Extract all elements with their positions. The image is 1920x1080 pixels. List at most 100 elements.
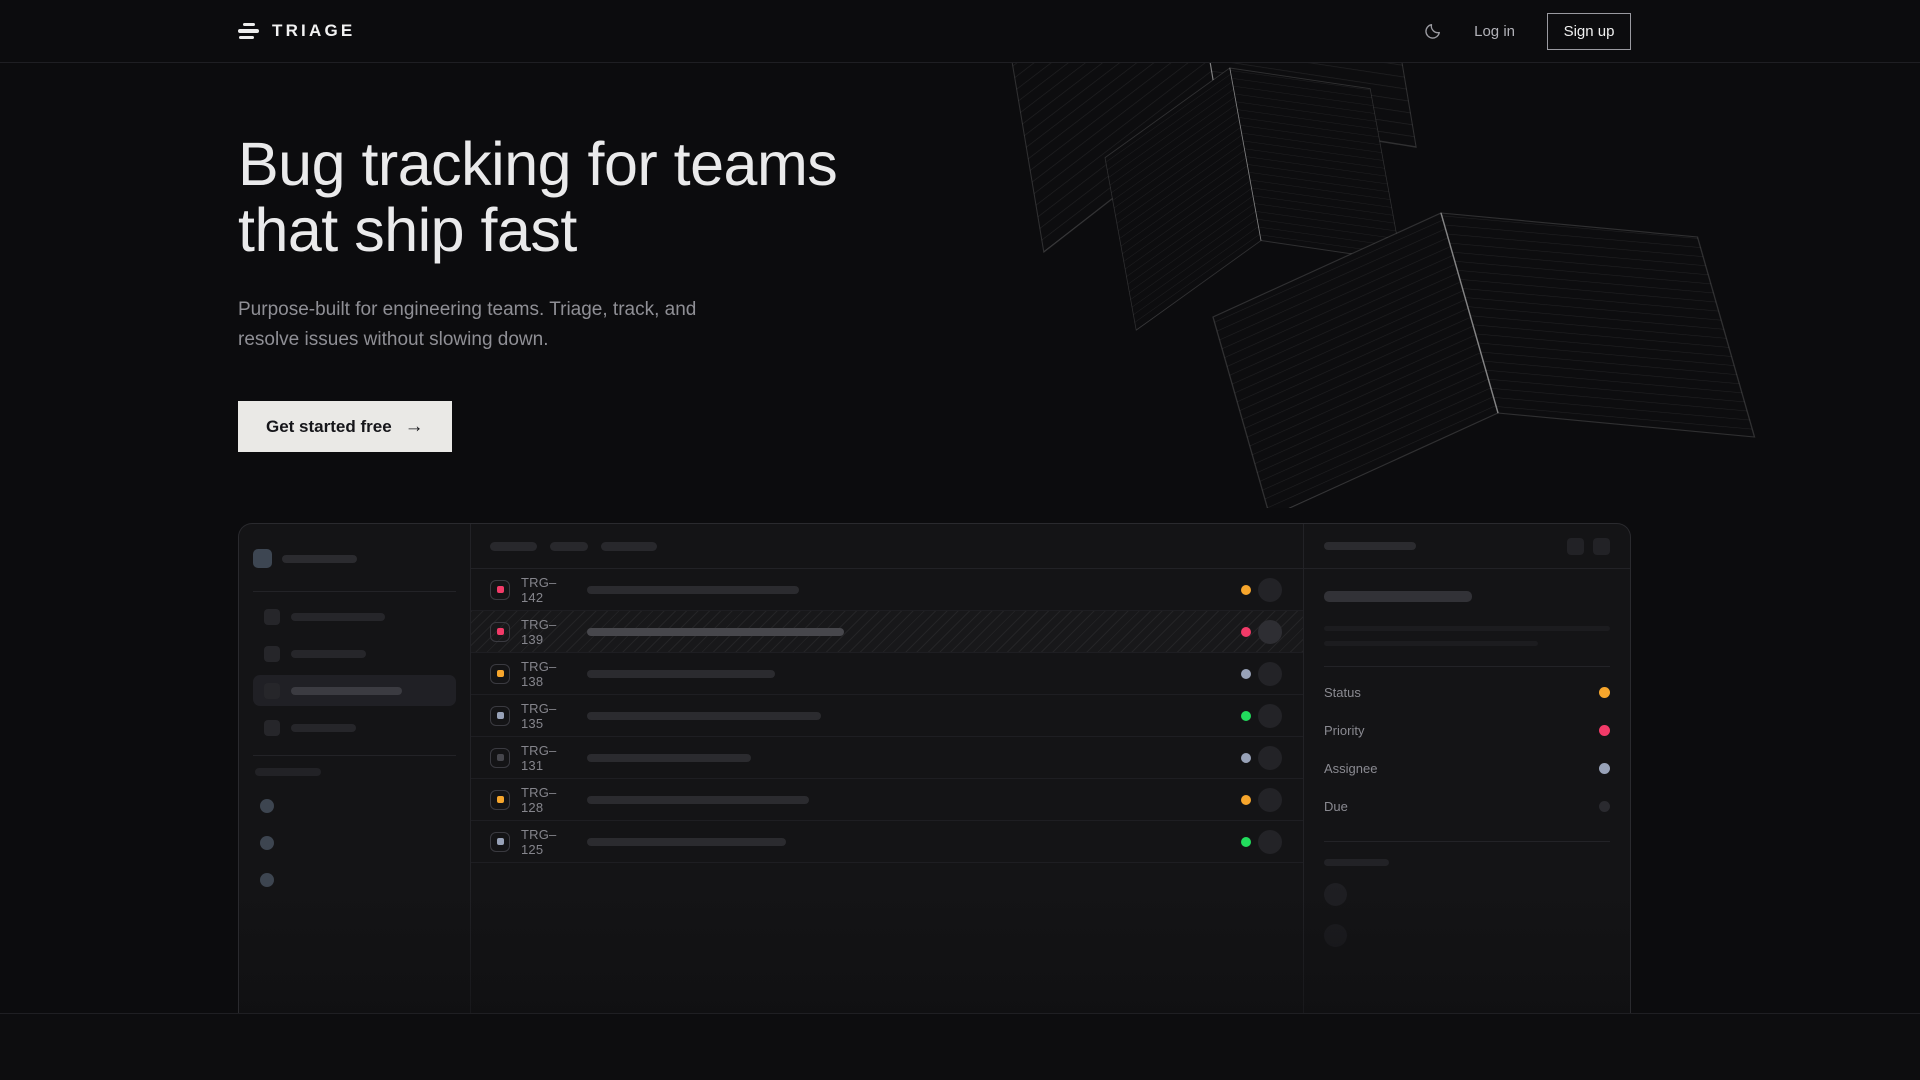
- status-dot: [1241, 669, 1251, 679]
- issue-type-dot: [497, 796, 504, 803]
- skeleton-bar: [587, 796, 809, 804]
- issue-type-dot: [497, 586, 504, 593]
- sidebar-item: [253, 638, 456, 669]
- skeleton-bar: [291, 650, 366, 658]
- issue-meta: [1241, 620, 1282, 644]
- issue-type-dot: [497, 670, 504, 677]
- issue-checkbox-icon: [490, 748, 510, 768]
- sidebar-item: [253, 712, 456, 743]
- detail-panel-header: [1304, 524, 1630, 569]
- issue-row: TRG–125: [471, 821, 1303, 863]
- section-divider: [0, 1013, 1920, 1014]
- avatar: [1258, 704, 1282, 728]
- login-link[interactable]: Log in: [1474, 23, 1515, 40]
- status-dot: [1241, 711, 1251, 721]
- issue-checkbox-icon: [490, 790, 510, 810]
- avatar: [1258, 830, 1282, 854]
- skeleton-bar: [587, 670, 775, 678]
- field-value-dot: [1599, 687, 1610, 698]
- field-value-dot: [1599, 725, 1610, 736]
- theme-toggle-button[interactable]: [1422, 21, 1442, 41]
- detail-fields: Status Priority Assignee Due: [1324, 673, 1610, 825]
- skeleton-tab: [550, 542, 588, 551]
- moon-icon: [1423, 22, 1442, 41]
- skeleton-bar: [1324, 542, 1416, 550]
- issue-id: TRG–125: [521, 827, 575, 857]
- nav-actions: Log in Sign up: [1422, 13, 1631, 50]
- avatar: [1324, 883, 1347, 906]
- sidebar-dot: [260, 836, 274, 850]
- sidebar-dot: [260, 873, 274, 887]
- wireframe-decoration: [900, 63, 1920, 508]
- get-started-button[interactable]: Get started free →: [238, 401, 452, 452]
- issue-type-dot: [497, 838, 504, 845]
- skeleton-bar: [587, 712, 821, 720]
- skeleton-title: [1324, 591, 1472, 602]
- issue-meta: [1241, 788, 1282, 812]
- divider: [253, 755, 456, 756]
- issue-checkbox-icon: [490, 664, 510, 684]
- issue-list-header: [471, 524, 1303, 569]
- issue-row: TRG–142: [471, 569, 1303, 611]
- triage-logo-icon: [238, 23, 259, 40]
- issue-id: TRG–131: [521, 743, 575, 773]
- issue-checkbox-icon: [490, 706, 510, 726]
- skeleton-bar: [587, 838, 786, 846]
- status-dot: [1241, 753, 1251, 763]
- field-label: Priority: [1324, 723, 1364, 738]
- avatar: [1258, 578, 1282, 602]
- footer-band: [0, 1014, 1920, 1080]
- issue-row: TRG–131: [471, 737, 1303, 779]
- field-label: Assignee: [1324, 761, 1377, 776]
- detail-field-row: Priority: [1324, 711, 1610, 749]
- issue-meta: [1241, 746, 1282, 770]
- field-label: Status: [1324, 685, 1361, 700]
- skeleton-bar: [282, 555, 357, 563]
- field-label: Due: [1324, 799, 1348, 814]
- issue-meta: [1241, 578, 1282, 602]
- sidebar-dot: [260, 799, 274, 813]
- issue-checkbox-icon: [490, 832, 510, 852]
- app-preview-mockup: TRG–142 TRG–139: [238, 523, 1631, 1013]
- detail-field-row: Assignee: [1324, 749, 1610, 787]
- mockup-sidebar: [239, 524, 471, 1013]
- divider: [1324, 666, 1610, 667]
- issue-row: TRG–138: [471, 653, 1303, 695]
- skeleton-line: [1324, 626, 1610, 631]
- sidebar-item-icon: [264, 609, 280, 625]
- hero-section: Bug tracking for teamsthat ship fast Pur…: [0, 63, 1920, 523]
- issue-id: TRG–139: [521, 617, 575, 647]
- issue-id: TRG–142: [521, 575, 575, 605]
- field-value-dot: [1599, 763, 1610, 774]
- issue-type-dot: [497, 754, 504, 761]
- skeleton-bar: [587, 628, 844, 636]
- status-dot: [1241, 627, 1251, 637]
- hero-subtitle: Purpose-built for engineering teams. Tri…: [238, 295, 718, 355]
- sidebar-item-active: [253, 675, 456, 706]
- issue-checkbox-icon: [490, 580, 510, 600]
- panel-icon-button: [1567, 538, 1584, 555]
- panel-header-buttons: [1567, 538, 1610, 555]
- signup-button[interactable]: Sign up: [1547, 13, 1631, 50]
- sidebar-item: [253, 601, 456, 632]
- skeleton-bar: [291, 687, 402, 695]
- sidebar-item-icon: [264, 720, 280, 736]
- avatar: [1324, 924, 1347, 947]
- brand-name: TRIAGE: [272, 21, 355, 41]
- issue-type-dot: [497, 712, 504, 719]
- workspace-switcher: [253, 549, 456, 568]
- brand-logo[interactable]: TRIAGE: [238, 21, 355, 41]
- issue-type-dot: [497, 628, 504, 635]
- issue-row: TRG–139: [471, 611, 1303, 653]
- field-value-dot: [1599, 801, 1610, 812]
- issue-meta: [1241, 830, 1282, 854]
- issue-detail-panel: Status Priority Assignee Due: [1304, 524, 1630, 1013]
- issue-id: TRG–138: [521, 659, 575, 689]
- skeleton-tab: [601, 542, 657, 551]
- sidebar-nav: [253, 601, 456, 743]
- skeleton-bar: [291, 724, 356, 732]
- issue-checkbox-icon: [490, 622, 510, 642]
- issue-row: TRG–135: [471, 695, 1303, 737]
- sidebar-item-icon: [264, 683, 280, 699]
- skeleton-section-label: [255, 768, 321, 776]
